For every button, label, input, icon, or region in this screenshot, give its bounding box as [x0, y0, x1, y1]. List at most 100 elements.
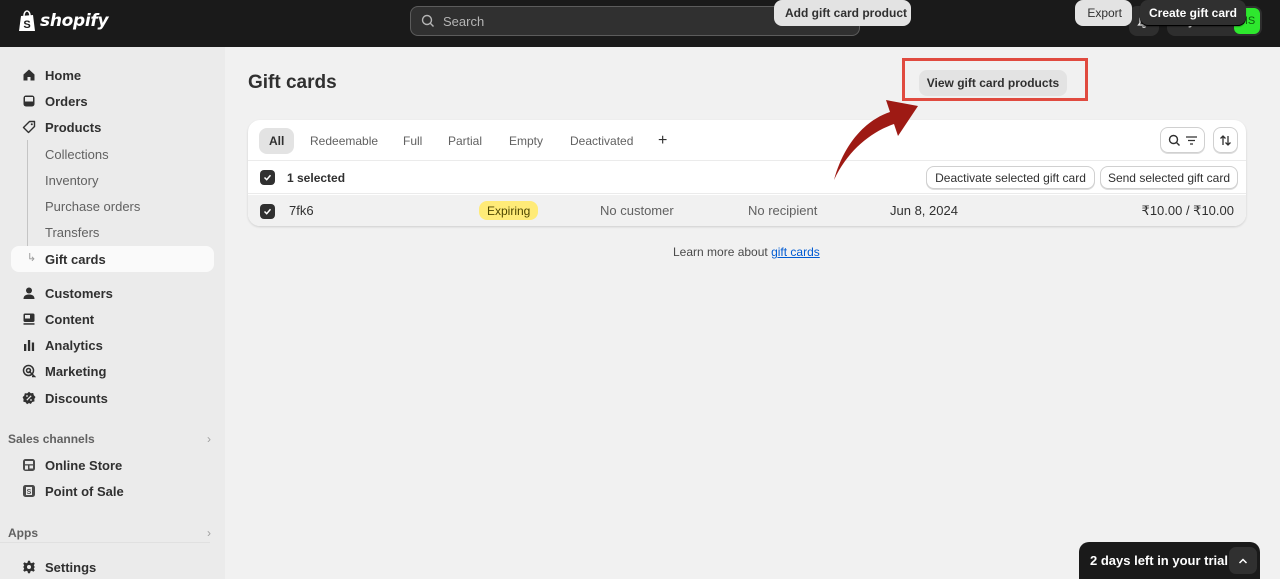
sidebar-item-orders[interactable]: Orders	[11, 88, 214, 114]
brand-name: shopify	[40, 11, 109, 31]
tab-empty[interactable]: Empty	[499, 128, 553, 154]
sidebar-item-point-of-sale[interactable]: S Point of Sale	[11, 478, 214, 504]
sidebar-item-label: Settings	[45, 559, 97, 575]
view-gift-card-products-button[interactable]: View gift card products	[919, 70, 1067, 96]
person-icon	[11, 286, 45, 300]
pos-icon: S	[11, 484, 45, 498]
sort-button[interactable]	[1213, 127, 1238, 153]
apps-section[interactable]: Apps ›	[8, 526, 211, 540]
sidebar-item-marketing[interactable]: Marketing	[11, 358, 214, 384]
sidebar-item-label: Orders	[45, 93, 88, 109]
sidebar-item-label: Marketing	[45, 363, 107, 379]
tab-full[interactable]: Full	[393, 128, 432, 154]
sidebar-item-label: Collections	[45, 146, 109, 162]
row-checkbox[interactable]	[260, 204, 275, 219]
export-button[interactable]: Export	[1075, 0, 1132, 26]
chevron-right-icon: ›	[207, 432, 211, 446]
tab-all[interactable]: All	[259, 128, 295, 154]
gear-icon	[11, 560, 45, 574]
sidebar-item-customers[interactable]: Customers	[11, 280, 214, 306]
button-label: Send selected gift card	[1107, 170, 1231, 185]
sidebar-item-label: Discounts	[45, 390, 108, 406]
button-label: View gift card products	[926, 76, 1060, 90]
sidebar-item-analytics[interactable]: Analytics	[11, 332, 214, 358]
apps-header: Apps	[8, 526, 38, 540]
expand-trial-button[interactable]	[1229, 547, 1257, 574]
checkmark-icon	[263, 208, 272, 215]
sidebar-item-label: Home	[45, 67, 82, 83]
gift-cards-table: All Redeemable Full Partial Empty Deacti…	[248, 120, 1246, 226]
sidebar-item-label: Customers	[45, 285, 113, 301]
divider	[0, 542, 210, 543]
shopify-bag-icon: S	[19, 10, 35, 31]
page-title: Gift cards	[248, 72, 337, 93]
store-icon	[11, 458, 45, 472]
bulk-actions-bar: 1 selected Deactivate selected gift card…	[248, 161, 1246, 194]
search-placeholder: Search	[443, 13, 485, 29]
trial-banner[interactable]: 2 days left in your trial	[1079, 542, 1260, 579]
select-all-checkbox[interactable]	[260, 170, 275, 185]
sidebar-item-label: Transfers	[45, 224, 100, 240]
add-gift-card-product-button[interactable]: Add gift card product	[774, 0, 911, 26]
sidebar-item-home[interactable]: Home	[11, 62, 214, 88]
sidebar-item-label: Online Store	[45, 457, 123, 473]
sidebar-item-label: Products	[45, 119, 102, 135]
search-icon	[1168, 134, 1180, 146]
button-label: Deactivate selected gift card	[935, 170, 1086, 185]
add-view-button[interactable]: +	[648, 128, 677, 154]
learn-more-text: Learn more about gift cards	[673, 245, 820, 259]
button-label: Add gift card product	[785, 6, 907, 20]
deactivate-selected-button[interactable]: Deactivate selected gift card	[926, 166, 1095, 189]
tab-label: Empty	[509, 134, 544, 148]
tab-label: Redeemable	[310, 134, 379, 148]
selected-count: 1 selected	[287, 171, 346, 185]
sidebar-item-products[interactable]: Products	[11, 114, 214, 140]
sort-icon	[1220, 134, 1231, 146]
plus-icon: +	[658, 132, 668, 149]
sidebar-item-transfers[interactable]: Transfers	[11, 219, 214, 245]
create-gift-card-button[interactable]: Create gift card	[1140, 0, 1246, 26]
chevron-right-icon: ›	[207, 526, 211, 540]
gift-card-code[interactable]: 7fk6	[289, 203, 314, 218]
sidebar-item-collections[interactable]: Collections	[11, 141, 214, 167]
home-icon	[11, 68, 45, 82]
button-label: Create gift card	[1148, 6, 1238, 20]
learn-more-prefix: Learn more about	[673, 245, 772, 259]
balance-cell: ₹10.00 / ₹10.00	[1141, 203, 1234, 218]
tab-label: Deactivated	[570, 134, 634, 148]
sidebar-item-gift-cards[interactable]: Gift cards	[11, 246, 214, 272]
tab-label: Full	[403, 134, 423, 148]
sidebar-item-settings[interactable]: Settings	[11, 554, 214, 579]
inbox-icon	[11, 94, 45, 108]
recipient-cell: No recipient	[748, 203, 818, 218]
sidebar-item-label: Analytics	[45, 337, 103, 353]
filter-tabs: All Redeemable Full Partial Empty Deacti…	[248, 120, 1246, 161]
search-icon	[421, 14, 434, 27]
sidebar-item-label: Gift cards	[45, 251, 106, 267]
gift-cards-help-link[interactable]: gift cards	[771, 245, 820, 259]
sidebar-item-purchase-orders[interactable]: Purchase orders	[11, 193, 214, 219]
filter-icon	[1185, 135, 1197, 145]
table-row[interactable]: 7fk6 Expiring No customer No recipient J…	[248, 195, 1246, 226]
sidebar-item-content[interactable]: Content	[11, 306, 214, 332]
tab-label: Partial	[448, 134, 483, 148]
sidebar-item-online-store[interactable]: Online Store	[11, 452, 214, 478]
search-filter-button[interactable]	[1160, 127, 1205, 153]
tab-redeemable[interactable]: Redeemable	[300, 128, 388, 154]
sidebar-item-discounts[interactable]: Discounts	[11, 385, 214, 411]
checkmark-icon	[263, 174, 272, 181]
tag-icon	[11, 120, 45, 134]
sidebar-item-label: Purchase orders	[45, 198, 141, 214]
discount-icon	[11, 391, 45, 405]
shopify-logo[interactable]: S shopify	[18, 10, 109, 32]
target-icon	[11, 364, 45, 378]
tab-deactivated[interactable]: Deactivated	[560, 128, 643, 154]
button-label: Export	[1087, 6, 1122, 20]
sidebar-item-inventory[interactable]: Inventory	[11, 167, 214, 193]
send-selected-button[interactable]: Send selected gift card	[1100, 166, 1238, 189]
content-icon	[11, 312, 45, 326]
sales-channels-section[interactable]: Sales channels ›	[8, 432, 211, 446]
tab-partial[interactable]: Partial	[438, 128, 492, 154]
tab-label: All	[269, 134, 285, 148]
trial-text: 2 days left in your trial	[1090, 553, 1228, 568]
